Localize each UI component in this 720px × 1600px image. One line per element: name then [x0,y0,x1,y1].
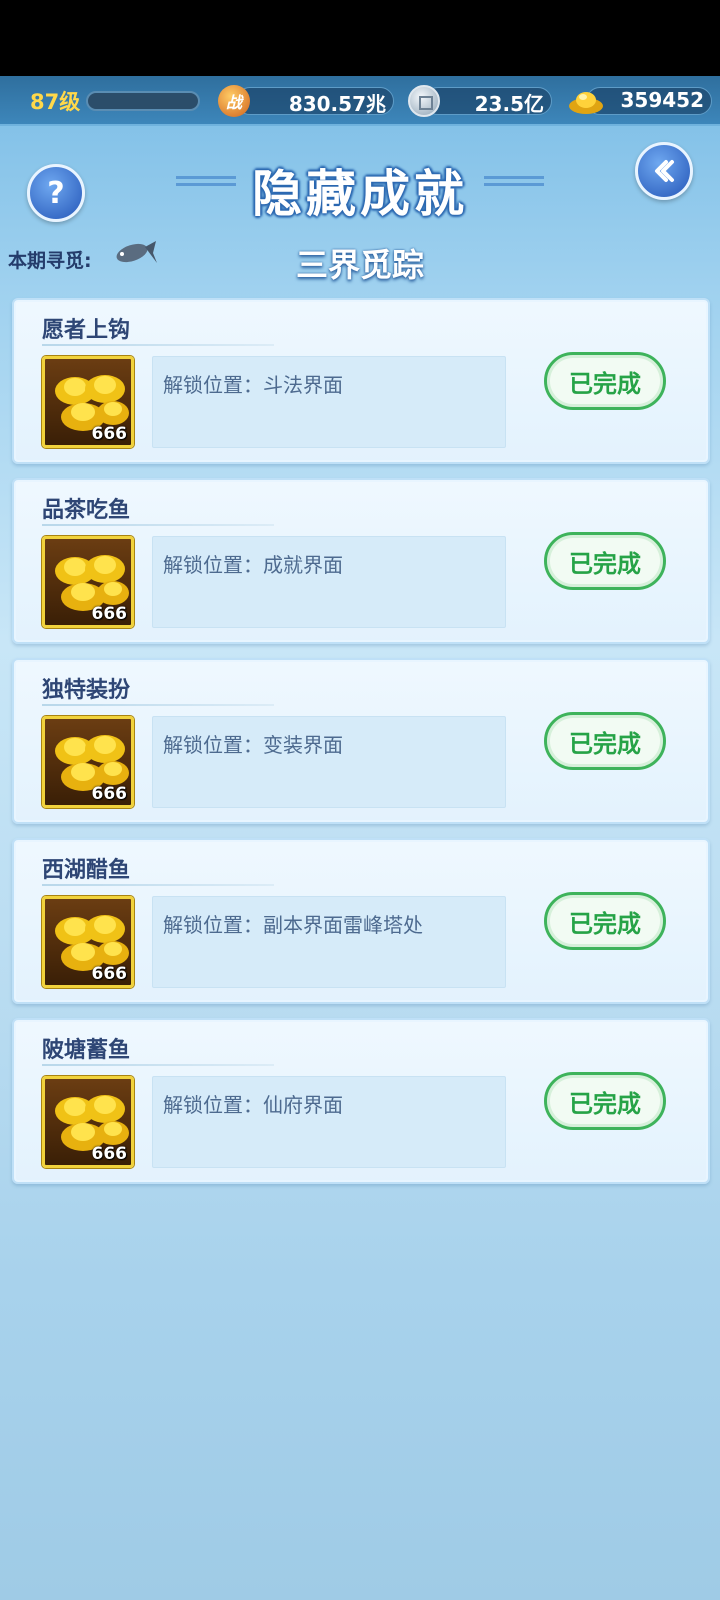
divider [42,1064,274,1066]
achievement-title: 西湖醋鱼 [42,858,131,883]
unlock-location-box: 解锁位置：成就界面 [152,536,506,628]
reward-count: 666 [91,964,128,984]
divider [42,884,274,886]
page-header: ? 隐藏成就 本期寻觅: 三界觅踪 [0,128,720,298]
battle-power-icon: 战 [218,85,250,117]
silver-value: 23.5亿 [474,92,544,116]
achievement-card: 愿者上钩 666 解锁位置：斗法界面 已完成 [12,298,710,464]
reward-count: 666 [91,604,128,624]
unlock-location-box: 解锁位置：斗法界面 [152,356,506,448]
divider [42,524,274,526]
completed-button[interactable]: 已完成 [544,892,666,950]
achievement-title: 品茶吃鱼 [42,498,131,523]
reward-count: 666 [91,784,128,804]
reward-item[interactable]: 666 [42,1076,134,1168]
achievement-card: 独特装扮 666 解锁位置：变装界面 已完成 [12,658,710,824]
back-button[interactable] [635,142,693,200]
unlock-location-text: 解锁位置：变装界面 [163,733,343,757]
completed-button[interactable]: 已完成 [544,1072,666,1130]
gold-ingot-icon [569,92,603,114]
unlock-location-text: 解锁位置：仙府界面 [163,1093,343,1117]
reward-item[interactable]: 666 [42,356,134,448]
reward-count: 666 [91,424,128,444]
unlock-location-text: 解锁位置：副本界面雷峰塔处 [163,913,423,937]
completed-button[interactable]: 已完成 [544,712,666,770]
achievement-card: 西湖醋鱼 666 解锁位置：副本界面雷峰塔处 已完成 [12,838,710,1004]
silver-coin-icon [408,85,440,117]
unlock-location-text: 解锁位置：斗法界面 [163,373,343,397]
back-arrow-icon [655,160,674,182]
reward-count: 666 [91,1144,128,1164]
period-value: 三界觅踪 [295,246,424,284]
resource-bar: 87级 战 830.57兆 23.5亿 359452 [0,76,720,126]
achievement-title: 陂塘蓄鱼 [42,1038,131,1063]
reward-item[interactable]: 666 [42,896,134,988]
reward-item[interactable]: 666 [42,536,134,628]
completed-button[interactable]: 已完成 [544,352,666,410]
player-level: 87级 [30,90,81,114]
page-title: 隐藏成就 [252,165,468,223]
completed-button[interactable]: 已完成 [544,532,666,590]
achievement-title: 独特装扮 [42,678,131,703]
unlock-location-box: 解锁位置：变装界面 [152,716,506,808]
unlock-location-text: 解锁位置：成就界面 [163,553,343,577]
achievement-title: 愿者上钩 [42,318,131,343]
battle-power-value: 830.57兆 [288,92,386,116]
unlock-location-box: 解锁位置：副本界面雷峰塔处 [152,896,506,988]
exp-progress-bar [86,91,200,111]
reward-item[interactable]: 666 [42,716,134,808]
divider [42,704,274,706]
gold-value: 359452 [620,88,705,112]
divider [42,344,274,346]
achievement-card: 陂塘蓄鱼 666 解锁位置：仙府界面 已完成 [12,1018,710,1184]
unlock-location-box: 解锁位置：仙府界面 [152,1076,506,1168]
achievement-card: 品茶吃鱼 666 解锁位置：成就界面 已完成 [12,478,710,644]
system-status-bar [0,0,720,76]
